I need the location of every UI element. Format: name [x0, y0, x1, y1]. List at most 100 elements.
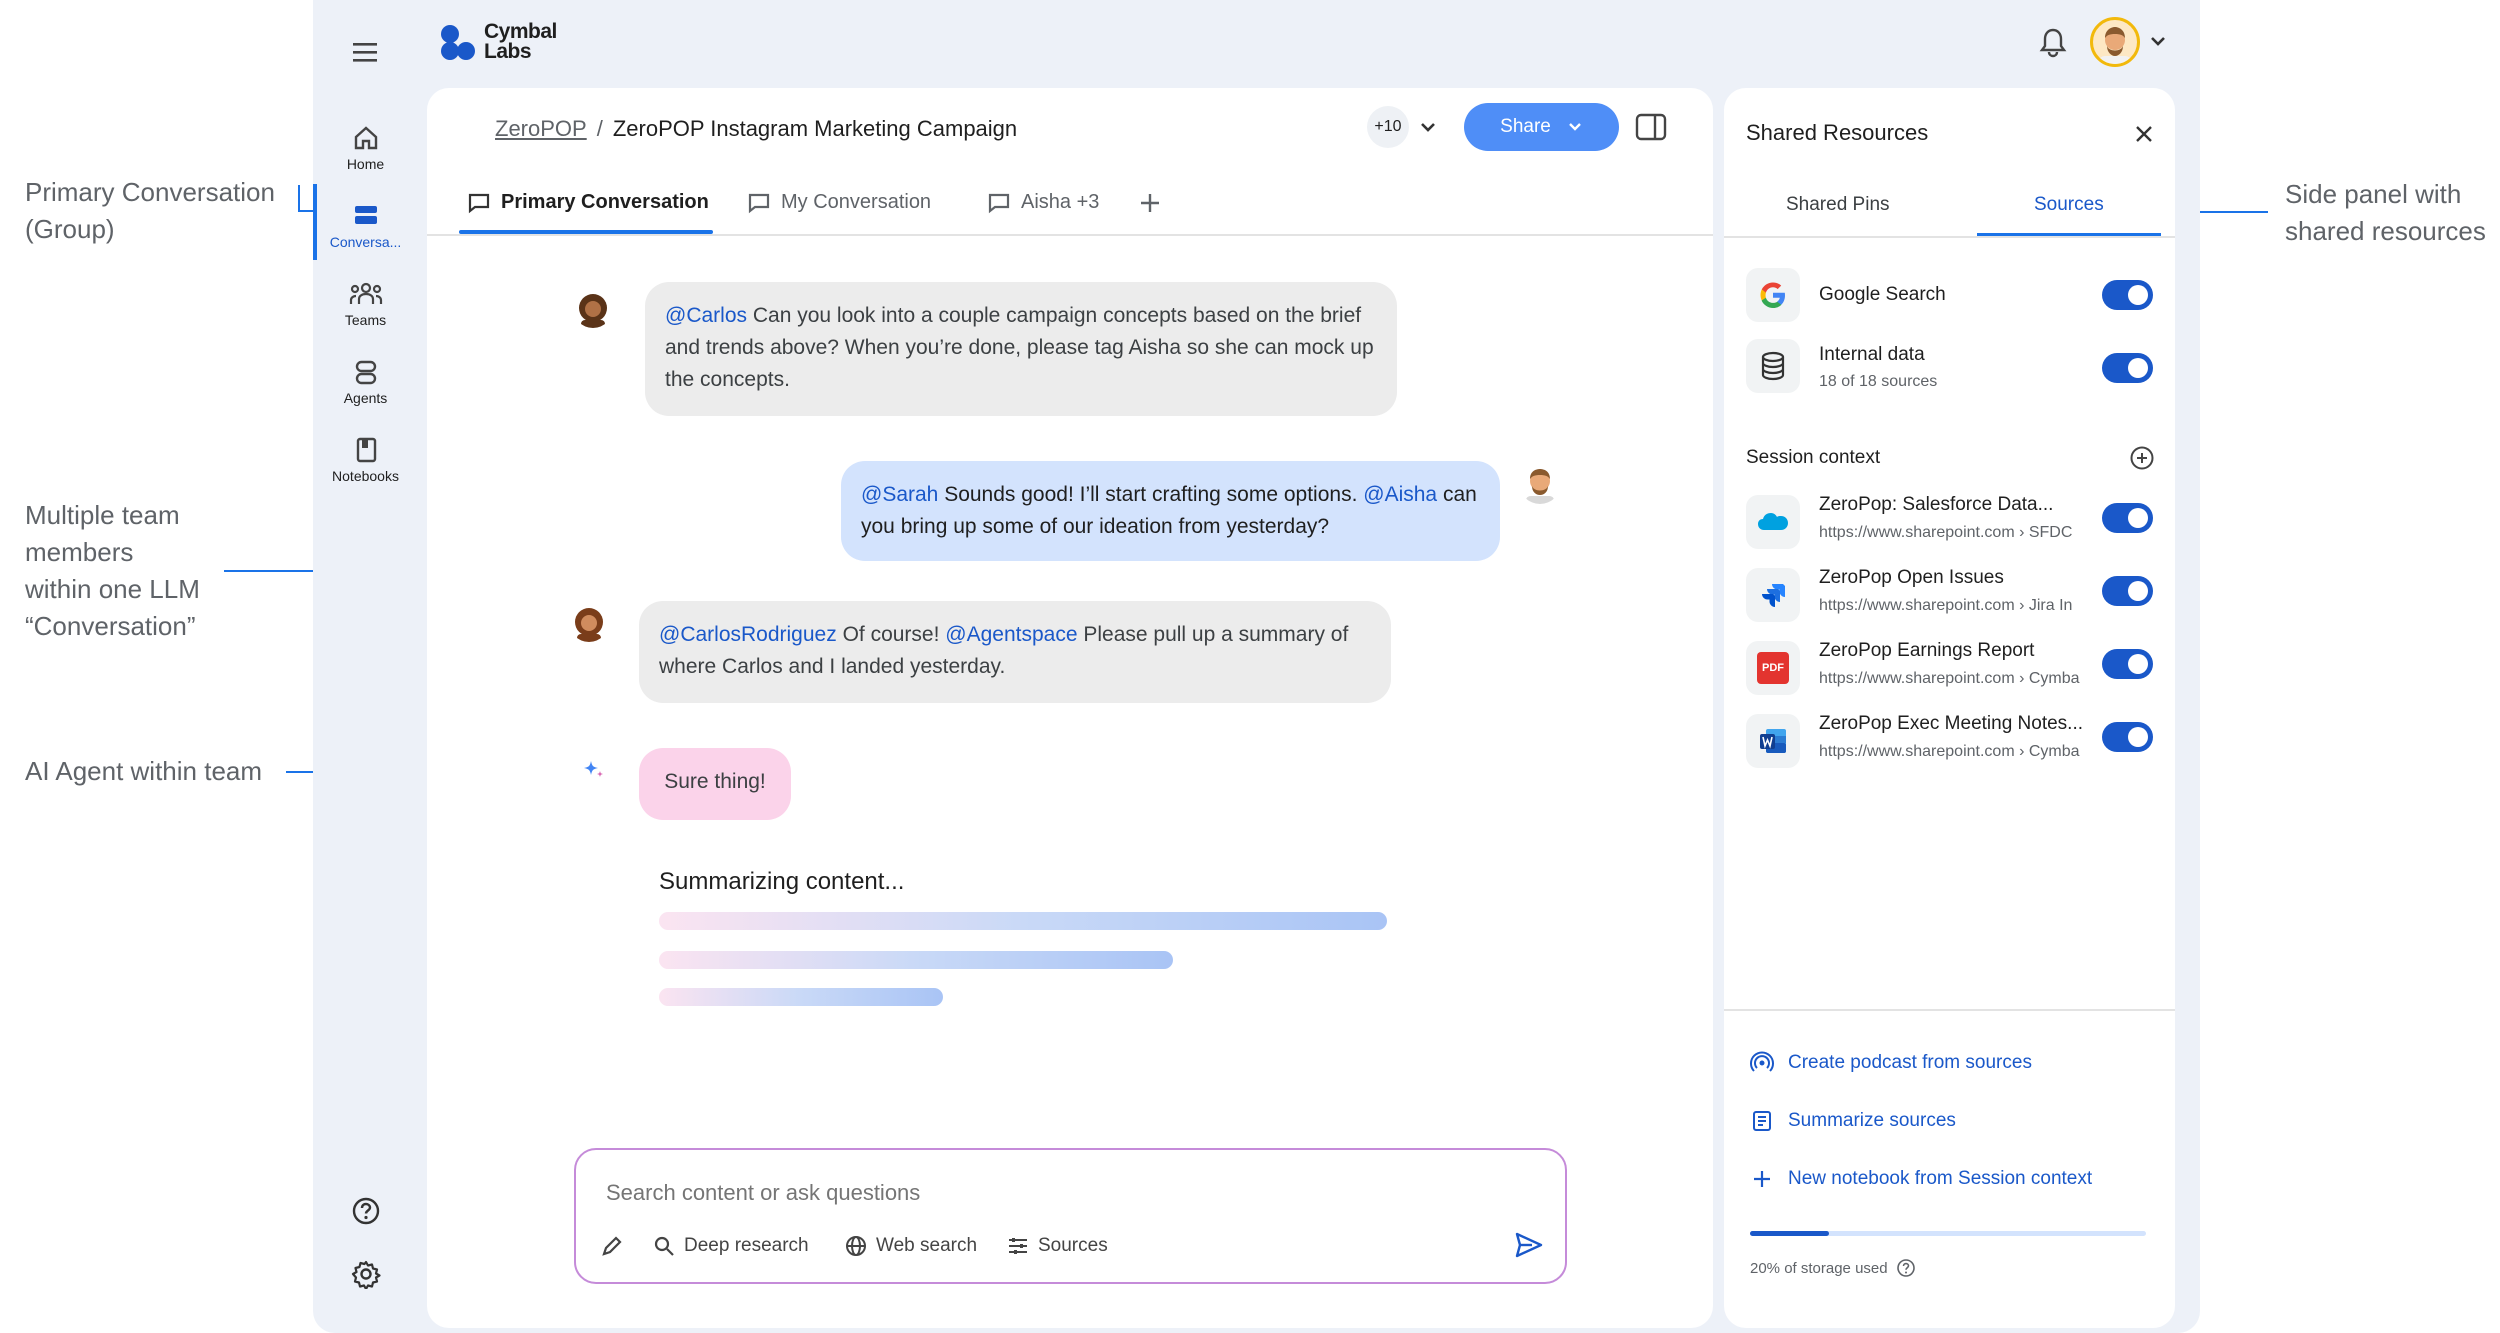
annotation-line: AI Agent within team: [25, 756, 263, 786]
source-toggle[interactable]: [2102, 280, 2153, 310]
annotation-line: members: [25, 537, 134, 567]
help-icon[interactable]: [351, 1196, 381, 1226]
side-panel-title: Shared Resources: [1746, 120, 1929, 145]
database-icon: [1746, 339, 1800, 393]
tab-shared-pins[interactable]: Shared Pins: [1786, 194, 1890, 216]
mention[interactable]: @CarlosRodriguez: [659, 623, 837, 646]
tab-sources[interactable]: Sources: [2034, 194, 2104, 216]
message-text: Sounds good! I’ll start crafting some op…: [938, 483, 1364, 506]
web-search-button[interactable]: Web search: [844, 1234, 977, 1258]
add-circle-icon[interactable]: [2129, 445, 2155, 471]
action-label: Summarize sources: [1788, 1110, 1956, 1131]
message-text: Sure thing!: [664, 770, 766, 793]
session-item-toggle[interactable]: [2102, 503, 2153, 533]
message-text: Can you look into a couple campaign conc…: [665, 304, 1374, 391]
summary-progress-bar: [659, 912, 1387, 930]
storage-label-row: 20% of storage used: [1750, 1258, 1916, 1278]
side-panel: Shared Resources Shared Pins Sources Goo…: [1724, 88, 2175, 1328]
annotation-side-panel: Side panel with shared resources: [2285, 176, 2486, 250]
page-title: ZeroPOP Instagram Marketing Campaign: [612, 116, 1018, 141]
carlos-avatar: [1519, 462, 1561, 504]
bell-icon[interactable]: [2038, 26, 2068, 58]
tab-primary-conversation[interactable]: Primary Conversation: [467, 191, 709, 214]
session-item-toggle[interactable]: [2102, 649, 2153, 679]
session-context-label: Session context: [1746, 447, 1881, 468]
menu-icon[interactable]: [351, 40, 379, 64]
annotation-team-members: Multiple team members within one LLM “Co…: [25, 497, 200, 645]
session-item-toggle[interactable]: [2102, 722, 2153, 752]
sarah-avatar: [573, 288, 613, 328]
tab-aisha[interactable]: Aisha +3: [987, 191, 1099, 214]
participants-count[interactable]: +10: [1367, 106, 1409, 148]
send-icon[interactable]: [1514, 1230, 1544, 1260]
cymbal-logo[interactable]: Cymbal Labs: [438, 21, 557, 62]
chevron-down-icon: [1568, 123, 1581, 131]
tool-label: Sources: [1038, 1235, 1108, 1256]
breadcrumb-separator: /: [596, 116, 603, 141]
participants-count-label: +10: [1374, 118, 1402, 135]
chat-input-box[interactable]: Deep research Web search Sources: [574, 1148, 1567, 1284]
chat-input[interactable]: [604, 1174, 1488, 1212]
salesforce-icon: [1746, 495, 1800, 549]
tool-label: Deep research: [684, 1235, 809, 1256]
tab-label: My Conversation: [781, 191, 932, 213]
session-item-title: ZeroPop Exec Meeting Notes...: [1819, 713, 2084, 734]
session-item-subtitle: https://www.sharepoint.com › Cymba: [1819, 670, 2080, 687]
sparkle-icon: [581, 758, 605, 782]
summarize-sources-button[interactable]: Summarize sources: [1750, 1109, 1956, 1133]
message-bubble: @CarlosRodriguez Of course! @Agentspace …: [639, 601, 1391, 703]
session-item-title: ZeroPop Open Issues: [1819, 567, 2004, 588]
deep-research-button[interactable]: Deep research: [652, 1234, 809, 1258]
storage-bar-fill: [1750, 1231, 1830, 1236]
annotation-line: (Group): [25, 214, 115, 244]
chevron-down-icon[interactable]: [2149, 34, 2167, 48]
annotation-line: Primary Conversation: [25, 177, 275, 207]
side-panel-toggle-icon[interactable]: [1635, 112, 1667, 142]
chevron-down-icon[interactable]: [1419, 120, 1437, 134]
mention[interactable]: @Carlos: [665, 304, 747, 327]
breadcrumb-link[interactable]: ZeroPOP: [495, 116, 587, 142]
tab-my-conversation-label[interactable]: My Conversation: [747, 191, 931, 214]
mention[interactable]: @Aisha: [1363, 483, 1437, 506]
nav-home[interactable]: Home: [313, 124, 418, 172]
plus-icon: [1754, 1171, 1770, 1187]
agent-message-bubble: Sure thing!: [639, 748, 791, 820]
session-item-title: ZeroPop: Salesforce Data...: [1819, 494, 2054, 515]
pdf-icon: PDF: [1746, 641, 1800, 695]
jira-icon: [1746, 568, 1800, 622]
sources-button[interactable]: Sources: [1006, 1234, 1108, 1258]
word-icon: [1746, 714, 1800, 768]
nav-teams[interactable]: Teams: [313, 280, 418, 328]
settings-icon[interactable]: [351, 1259, 381, 1289]
nav-notebooks[interactable]: Notebooks: [313, 436, 418, 484]
cymbal-logo-mark: [441, 25, 475, 60]
annotation-line: within one LLM: [25, 574, 200, 604]
annotation-connector: [298, 185, 300, 211]
create-podcast-button[interactable]: Create podcast from sources: [1750, 1051, 2032, 1075]
nav-conversations[interactable]: Conversa...: [313, 202, 418, 250]
storage-bar: [1750, 1231, 2146, 1236]
pencil-icon[interactable]: [600, 1234, 624, 1258]
mention[interactable]: @Sarah: [861, 483, 938, 506]
source-toggle[interactable]: [2102, 353, 2153, 383]
google-icon: [1746, 268, 1800, 322]
session-item-toggle[interactable]: [2102, 576, 2153, 606]
annotation-primary-conversation: Primary Conversation (Group): [25, 174, 275, 248]
user-avatar[interactable]: [2090, 17, 2140, 67]
summarize-icon: [1753, 1111, 1771, 1131]
new-notebook-button[interactable]: New notebook from Session context: [1750, 1167, 2092, 1191]
conversations-icon: [354, 206, 377, 224]
close-icon[interactable]: [2133, 123, 2155, 145]
help-icon[interactable]: [1896, 1258, 1916, 1278]
breadcrumb: ZeroPOP / ZeroPOP Instagram Marketing Ca…: [495, 116, 1017, 142]
sliders-icon: [1009, 1238, 1027, 1254]
share-button[interactable]: Share: [1464, 103, 1619, 151]
add-tab-icon[interactable]: [1139, 192, 1161, 214]
nav-agents[interactable]: Agents: [313, 358, 418, 406]
pdf-badge: PDF: [1762, 662, 1784, 674]
annotation-ai-agent: AI Agent within team: [25, 753, 262, 790]
message-bubble: @Carlos Can you look into a couple campa…: [645, 282, 1397, 416]
mention[interactable]: @Agentspace: [945, 623, 1077, 646]
message-bubble: @Sarah Sounds good! I’ll start crafting …: [841, 461, 1500, 561]
nav-label: Home: [346, 156, 385, 172]
